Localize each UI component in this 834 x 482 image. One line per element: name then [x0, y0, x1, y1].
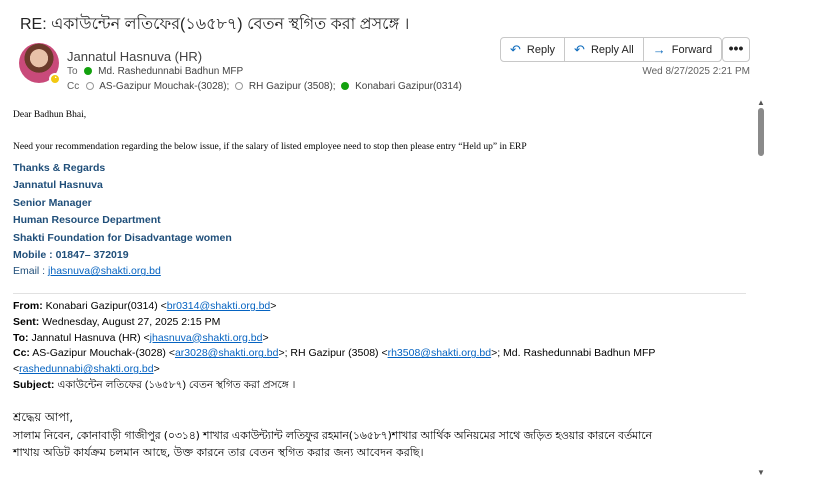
more-actions-button[interactable]: •••	[722, 37, 750, 62]
cc-recipient[interactable]: RH Gazipur (3508);	[249, 81, 336, 92]
email-label: Email :	[13, 265, 46, 278]
to-email-link[interactable]: jhasnuva@shakti.org.bd	[150, 332, 263, 344]
message-text: Need your recommendation regarding the b…	[13, 142, 527, 152]
bangla-greeting: শ্রদ্ধেয় আপা,	[13, 410, 74, 424]
signature-email-line: Email : jhasnuva@shakti.org.bd	[13, 265, 748, 277]
to-label: To	[67, 66, 78, 77]
cc-recipient[interactable]: Konabari Gazipur(0314)	[355, 81, 462, 92]
cc-email-link[interactable]: rh3508@shakti.org.bd	[388, 347, 491, 359]
to-line-original: To: Jannatul Hasnuva (HR) <jhasnuva@shak…	[13, 331, 269, 344]
signature-line: Shakti Foundation for Disadvantage women	[13, 231, 232, 244]
cc-label: Cc	[67, 81, 80, 92]
signature-line: Mobile : 01847– 372019	[13, 249, 129, 262]
cc-line-original: Cc: AS-Gazipur Mouchak-(3028) <ar3028@sh…	[13, 347, 656, 360]
scrollbar-thumb[interactable]	[758, 108, 764, 156]
signature-line: Jannatul Hasnuva	[13, 179, 103, 192]
forward-label: Forward	[671, 43, 713, 56]
forward-arrow-icon: →	[652, 42, 666, 57]
scroll-down-arrow-icon[interactable]: ▼	[757, 468, 765, 477]
from-email-link[interactable]: br0314@shakti.org.bd	[167, 300, 270, 312]
received-date: Wed 8/27/2025 2:21 PM	[642, 66, 750, 77]
reply-all-button[interactable]: ↶ Reply All	[565, 38, 644, 61]
cc-email-link[interactable]: ar3028@shakti.org.bd	[175, 347, 278, 359]
signature-email-link[interactable]: jhasnuva@shakti.org.bd	[48, 265, 161, 277]
scroll-up-arrow-icon[interactable]: ▲	[757, 98, 765, 107]
original-message-header: From: Konabari Gazipur(0314) <br0314@sha…	[13, 299, 748, 394]
bangla-paragraph-line: শাখায় অডিট কার্যক্রম চলমান আছে, উক্ত কা…	[13, 446, 424, 459]
subject-line-original: Subject: একাউন্টেন লতিফের (১৬৫৮৭) বেতন স…	[13, 378, 296, 391]
reply-all-arrow-icon: ↶	[574, 41, 585, 57]
message-body: Dear Badhun Bhai, Need your recommendati…	[13, 106, 748, 277]
signature-block: Thanks & Regards Jannatul Hasnuva Senior…	[13, 160, 748, 264]
email-subject: RE: একাউন্টেন লতিফের(১৬৫৮৭) বেতন স্থগিত …	[20, 16, 410, 33]
presence-away-icon: ◔	[49, 73, 61, 85]
presence-available-icon	[84, 67, 93, 75]
sent-line: Sent: Wednesday, August 27, 2025 2:15 PM	[13, 315, 221, 328]
avatar[interactable]: ◔	[19, 43, 61, 85]
cc-recipient[interactable]: AS-Gazipur Mouchak-(3028);	[99, 81, 229, 92]
sender-name[interactable]: Jannatul Hasnuva (HR)	[67, 49, 202, 64]
cc-line: Cc AS-Gazipur Mouchak-(3028); RH Gazipur…	[67, 81, 462, 92]
presence-offline-icon	[86, 82, 95, 90]
to-recipient[interactable]: Md. Rashedunnabi Badhun MFP	[98, 66, 243, 77]
reply-all-label: Reply All	[590, 43, 634, 56]
presence-offline-icon	[235, 82, 244, 90]
to-line: To Md. Rashedunnabi Badhun MFP	[67, 66, 243, 77]
from-line: From: Konabari Gazipur(0314) <br0314@sha…	[13, 300, 277, 312]
divider	[13, 293, 746, 294]
signature-line: Thanks & Regards	[13, 162, 106, 174]
message-actions: ↶ Reply ↶ Reply All → Forward	[500, 37, 723, 62]
cc-line-original-cont: <rashedunnabi@shakti.org.bd>	[13, 363, 160, 376]
presence-available-icon	[341, 82, 350, 90]
reply-button[interactable]: ↶ Reply	[501, 38, 566, 61]
reply-arrow-icon: ↶	[510, 41, 521, 57]
forward-button[interactable]: → Forward	[644, 38, 721, 61]
greeting: Dear Badhun Bhai,	[13, 110, 87, 120]
cc-email-link[interactable]: rashedunnabi@shakti.org.bd	[19, 363, 153, 375]
signature-line: Senior Manager	[13, 196, 92, 209]
reply-label: Reply	[526, 43, 556, 56]
original-message-body: শ্রদ্ধেয় আপা, সালাম নিবেন, কোনাবাড়ী গা…	[13, 409, 748, 462]
signature-line: Human Resource Department	[13, 214, 161, 227]
bangla-paragraph-line: সালাম নিবেন, কোনাবাড়ী গাজীপুর (০৩১৪) শা…	[13, 428, 652, 442]
